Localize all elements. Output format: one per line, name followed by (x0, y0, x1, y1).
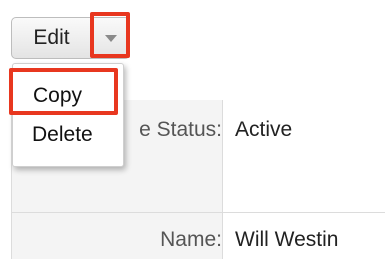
row-divider (12, 212, 385, 213)
status-label: e Status: (139, 118, 222, 141)
name-label: Name: (160, 228, 222, 251)
caret-highlight-box (90, 12, 130, 58)
copy-highlight-box (9, 68, 118, 115)
column-divider (222, 100, 223, 259)
name-value: Will Westin (235, 228, 339, 251)
status-value: Active (235, 118, 293, 141)
menu-item-delete[interactable]: Delete (32, 123, 142, 147)
edit-button[interactable]: Edit (12, 18, 92, 58)
